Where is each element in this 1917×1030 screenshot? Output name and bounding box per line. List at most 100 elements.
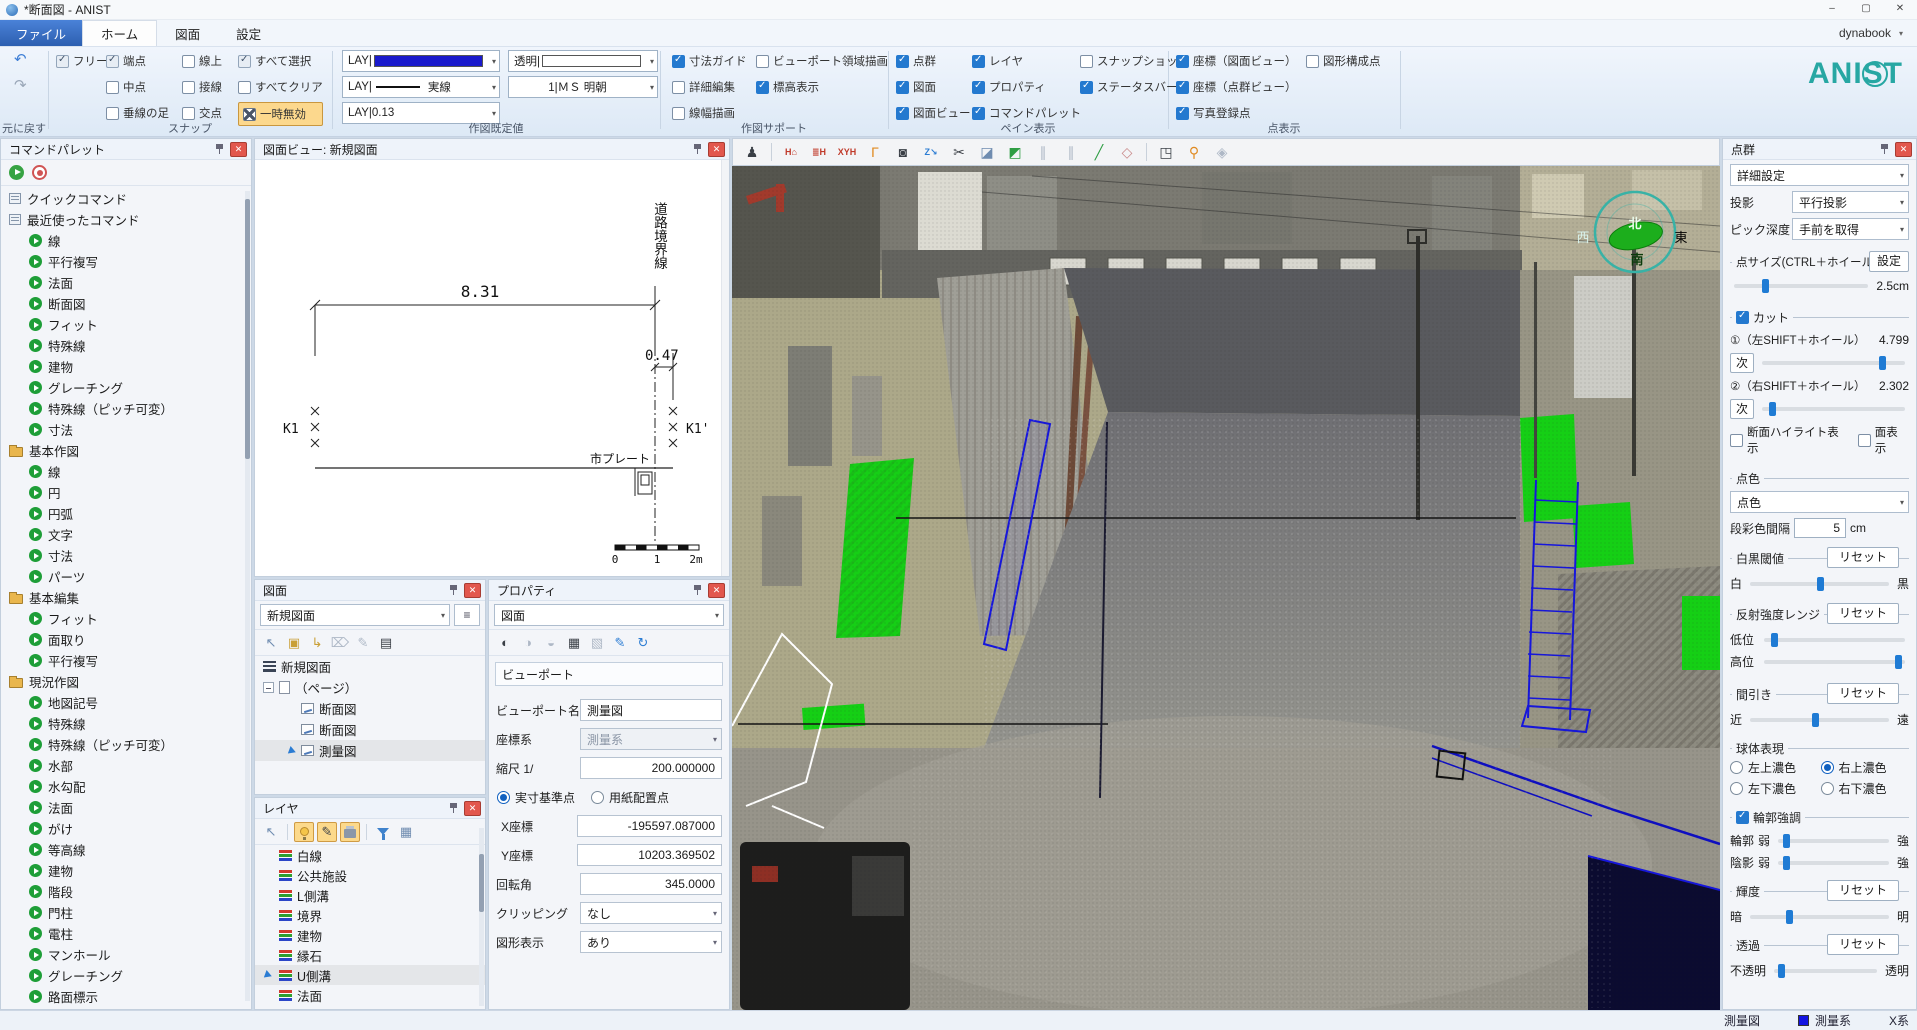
command-tree-item[interactable]: 建物 xyxy=(1,860,251,881)
record-macro-button[interactable] xyxy=(32,165,47,180)
drawing-canvas[interactable]: 8.31 0.47 道路境界線 K1 K1' 市プレート 0 1 2m xyxy=(255,160,729,577)
command-tree-item[interactable]: 面取り xyxy=(1,629,251,650)
close-button[interactable]: ✕ xyxy=(1883,0,1917,19)
point-display-checkbox[interactable]: 座標（点群ビュー） xyxy=(1176,76,1297,98)
collapse-icon[interactable] xyxy=(263,682,274,693)
tab-file[interactable]: ファイル xyxy=(0,20,82,46)
layer-editable-toggle[interactable]: ✎ xyxy=(317,822,337,842)
point-cloud-tool-icon[interactable]: ∥ xyxy=(1058,141,1084,163)
reflection-low-slider[interactable] xyxy=(1764,638,1905,642)
command-tree-item[interactable]: 地図記号 xyxy=(1,692,251,713)
reflection-high-slider[interactable] xyxy=(1764,660,1905,664)
command-tree-item[interactable]: パーツ xyxy=(1,566,251,587)
point-cloud-tool-icon[interactable]: ◩ xyxy=(1002,141,1028,163)
close-icon[interactable]: ✕ xyxy=(1895,142,1912,157)
pane-checkbox[interactable]: プロパティ xyxy=(972,76,1081,98)
pane-checkbox[interactable]: スナップショット xyxy=(1080,50,1189,72)
reflection-range-reset-button[interactable]: リセット xyxy=(1827,603,1899,624)
command-tree-item[interactable]: 平行複写 xyxy=(1,650,251,671)
run-macro-button[interactable] xyxy=(9,165,24,180)
snap-checkbox[interactable]: 接線 xyxy=(182,76,222,98)
properties-tool-icon[interactable]: ✎ xyxy=(610,633,630,653)
point-cloud-tool-icon[interactable]: Z↘ xyxy=(918,141,944,163)
command-tree-item[interactable]: 路面標示 xyxy=(1,986,251,1007)
pane-checkbox[interactable]: レイヤ xyxy=(972,50,1081,72)
x-coordinate-input[interactable]: -195597.087000 xyxy=(577,815,722,837)
cut2-slider[interactable] xyxy=(1762,407,1905,411)
sheet-tool-icon[interactable]: ✎ xyxy=(353,633,373,653)
command-tree-item[interactable]: マンホール xyxy=(1,944,251,965)
layer-item[interactable]: 建物 xyxy=(255,925,485,945)
pin-icon[interactable] xyxy=(692,584,703,596)
command-tree-item[interactable]: 水部 xyxy=(1,755,251,776)
command-tree-item[interactable]: 円弧 xyxy=(1,503,251,524)
point-size-slider[interactable] xyxy=(1734,284,1868,288)
sheet-menu-button[interactable]: ≡ xyxy=(454,604,480,626)
command-tree-item[interactable]: 線 xyxy=(1,230,251,251)
command-tree-item[interactable]: 電柱 xyxy=(1,923,251,944)
layer-item[interactable]: 法面 xyxy=(255,985,485,1005)
cut-checkbox[interactable] xyxy=(1736,311,1749,324)
elevation-color-interval-input[interactable]: 5 xyxy=(1794,518,1846,538)
command-tree-item[interactable]: 平行複写 xyxy=(1,251,251,272)
projection-select[interactable]: 平行投影 xyxy=(1792,191,1909,213)
close-icon[interactable]: ✕ xyxy=(464,801,481,816)
pin-icon[interactable] xyxy=(214,143,225,155)
point-cloud-tool-icon[interactable]: ╱ xyxy=(1086,141,1112,163)
command-tree-item[interactable]: 特殊線（ピッチ可変） xyxy=(1,398,251,419)
redo-icon[interactable]: ↷ xyxy=(14,76,27,94)
brand-menu[interactable]: dynabook xyxy=(1839,20,1917,46)
sphere-shading-radio[interactable]: 右下濃色 xyxy=(1821,780,1910,797)
close-icon[interactable]: ✕ xyxy=(230,142,247,157)
layer-item[interactable]: 公共施設 xyxy=(255,865,485,885)
command-tree-item[interactable]: 水勾配 xyxy=(1,776,251,797)
command-tree-item[interactable]: 特殊線 xyxy=(1,335,251,356)
radio-actual-base-point[interactable]: 実寸基準点 xyxy=(497,789,575,806)
y-coordinate-input[interactable]: 10203.369502 xyxy=(577,844,722,866)
cut1-next-button[interactable]: 次 xyxy=(1730,353,1754,373)
sheet-tool-icon[interactable]: ▣ xyxy=(284,633,304,653)
font-combo[interactable]: 1|ＭＳ 明朝 xyxy=(508,76,658,98)
point-cloud-tool-icon[interactable]: ≣H xyxy=(806,141,832,163)
shadow-strength-slider[interactable] xyxy=(1778,861,1889,865)
close-icon[interactable]: ✕ xyxy=(464,583,481,598)
sheet-tool-icon[interactable]: ⌦ xyxy=(330,633,350,653)
command-tree-item[interactable]: 特殊線 xyxy=(1,713,251,734)
command-tree-item[interactable]: 基本編集 xyxy=(1,587,251,608)
thinning-reset-button[interactable]: リセット xyxy=(1827,683,1899,704)
command-tree-item[interactable]: 基本作図 xyxy=(1,440,251,461)
transparency-reset-button[interactable]: リセット xyxy=(1827,934,1899,955)
detail-preset-select[interactable]: 詳細設定 xyxy=(1730,164,1909,186)
properties-tool-icon[interactable]: ◐ xyxy=(495,633,515,653)
palette-scrollbar[interactable] xyxy=(245,191,250,1001)
properties-tool-icon[interactable]: ↻ xyxy=(633,633,653,653)
outline-strength-slider[interactable] xyxy=(1778,839,1889,843)
close-icon[interactable]: ✕ xyxy=(708,142,725,157)
point-size-settings-button[interactable]: 設定 xyxy=(1869,251,1909,272)
layer-scrollbar[interactable] xyxy=(479,828,484,1006)
sphere-shading-radio[interactable]: 右上濃色 xyxy=(1821,759,1910,776)
pane-checkbox[interactable]: 点群 xyxy=(896,50,971,72)
layer-item[interactable]: U側溝 xyxy=(255,965,485,985)
radio-paper-placement-point[interactable]: 用紙配置点 xyxy=(591,789,669,806)
properties-tool-icon[interactable]: ◑ xyxy=(518,633,538,653)
shape-display-select[interactable]: あり xyxy=(580,931,722,953)
surface-display-checkbox[interactable] xyxy=(1858,434,1871,447)
command-tree-item[interactable]: 文字 xyxy=(1,524,251,545)
cut1-slider[interactable] xyxy=(1762,361,1905,365)
luminance-reset-button[interactable]: リセット xyxy=(1827,880,1899,901)
snap-checkbox[interactable]: フリー xyxy=(56,50,108,72)
layer-item[interactable]: 境界 xyxy=(255,905,485,925)
sheet-page-row[interactable]: （ページ） xyxy=(255,677,485,698)
point-cloud-tool-icon[interactable]: ✂ xyxy=(946,141,972,163)
clipping-select[interactable]: なし xyxy=(580,902,722,924)
command-tree-item[interactable]: 現況作図 xyxy=(1,671,251,692)
pin-icon[interactable] xyxy=(692,143,703,155)
point-display-checkbox[interactable]: 座標（図面ビュー） xyxy=(1176,50,1297,72)
point-cloud-view-icon[interactable]: ⚲ xyxy=(1181,141,1207,163)
command-tree-item[interactable]: クイックコマンド xyxy=(1,188,251,209)
command-tree-item[interactable]: 寸法 xyxy=(1,545,251,566)
command-tree-item[interactable]: がけ xyxy=(1,818,251,839)
command-tree-item[interactable]: 特殊線（ピッチ可変） xyxy=(1,734,251,755)
command-tree-item[interactable]: 階段 xyxy=(1,881,251,902)
